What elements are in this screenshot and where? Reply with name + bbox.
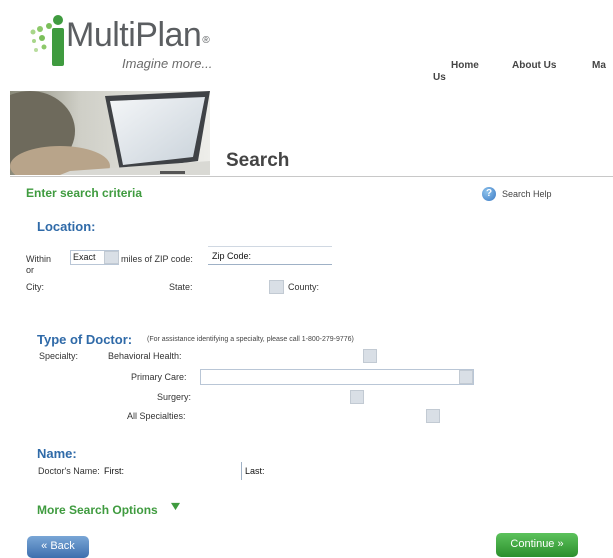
zip-input[interactable]: Zip Code:	[212, 251, 251, 261]
header-divider	[10, 176, 613, 177]
search-help-link[interactable]: Search Help	[502, 189, 552, 199]
surgery-dropdown[interactable]	[350, 390, 364, 404]
name-field-divider	[241, 462, 242, 480]
more-search-options-link[interactable]: More Search Options	[37, 503, 158, 517]
name-heading: Name:	[37, 446, 77, 461]
zip-top-border	[208, 246, 332, 247]
page-title: Search	[226, 150, 290, 171]
primary-care-label: Primary Care:	[131, 372, 187, 382]
banner-photo	[10, 91, 210, 175]
surgery-label: Surgery:	[157, 392, 192, 402]
within-label: Within	[26, 254, 52, 264]
specialty-label: Specialty:	[39, 351, 79, 361]
brand-name: MultiPlan®	[66, 16, 210, 54]
nav-about-us[interactable]: About Us	[512, 60, 556, 71]
state-dropdown-button[interactable]	[269, 280, 284, 294]
doctors-name-label: Doctor's Name:	[38, 466, 100, 476]
nav-home[interactable]: Home	[451, 60, 479, 71]
zip-underline	[208, 264, 332, 265]
within-value: Exact	[73, 252, 96, 262]
help-icon[interactable]: ?	[482, 187, 496, 201]
within-dropdown-button[interactable]	[104, 251, 119, 264]
last-name-input[interactable]: Last:	[245, 466, 265, 476]
first-name-input[interactable]: First:	[104, 466, 124, 476]
county-label: County:	[288, 282, 320, 292]
primary-care-select[interactable]	[200, 369, 474, 385]
city-label: City:	[26, 282, 44, 292]
continue-button[interactable]: Continue »	[496, 533, 578, 557]
multiplan-logo-icon	[30, 15, 64, 66]
expand-arrow-icon[interactable]	[171, 502, 180, 511]
all-specialties-dropdown[interactable]	[426, 409, 440, 423]
or-label: or	[26, 265, 35, 275]
state-label: State:	[169, 282, 193, 292]
location-heading: Location:	[37, 219, 96, 234]
all-specialties-label: All Specialties:	[127, 411, 186, 421]
back-button[interactable]: « Back	[27, 536, 89, 558]
enter-criteria-heading: Enter search criteria	[26, 186, 143, 200]
specialty-assist-note: (For assistance identifying a specialty,…	[147, 336, 354, 343]
behavioral-health-dropdown[interactable]	[363, 349, 377, 363]
nav-more[interactable]: Ma	[592, 60, 606, 71]
behavioral-health-label: Behavioral Health:	[108, 351, 182, 361]
nav-home-wrap[interactable]: Us	[433, 72, 446, 83]
primary-care-dropdown-button[interactable]	[459, 370, 473, 384]
brand-tagline: Imagine more...	[122, 56, 213, 71]
type-of-doctor-heading: Type of Doctor:	[37, 332, 133, 347]
miles-label: miles of ZIP code:	[121, 254, 193, 264]
